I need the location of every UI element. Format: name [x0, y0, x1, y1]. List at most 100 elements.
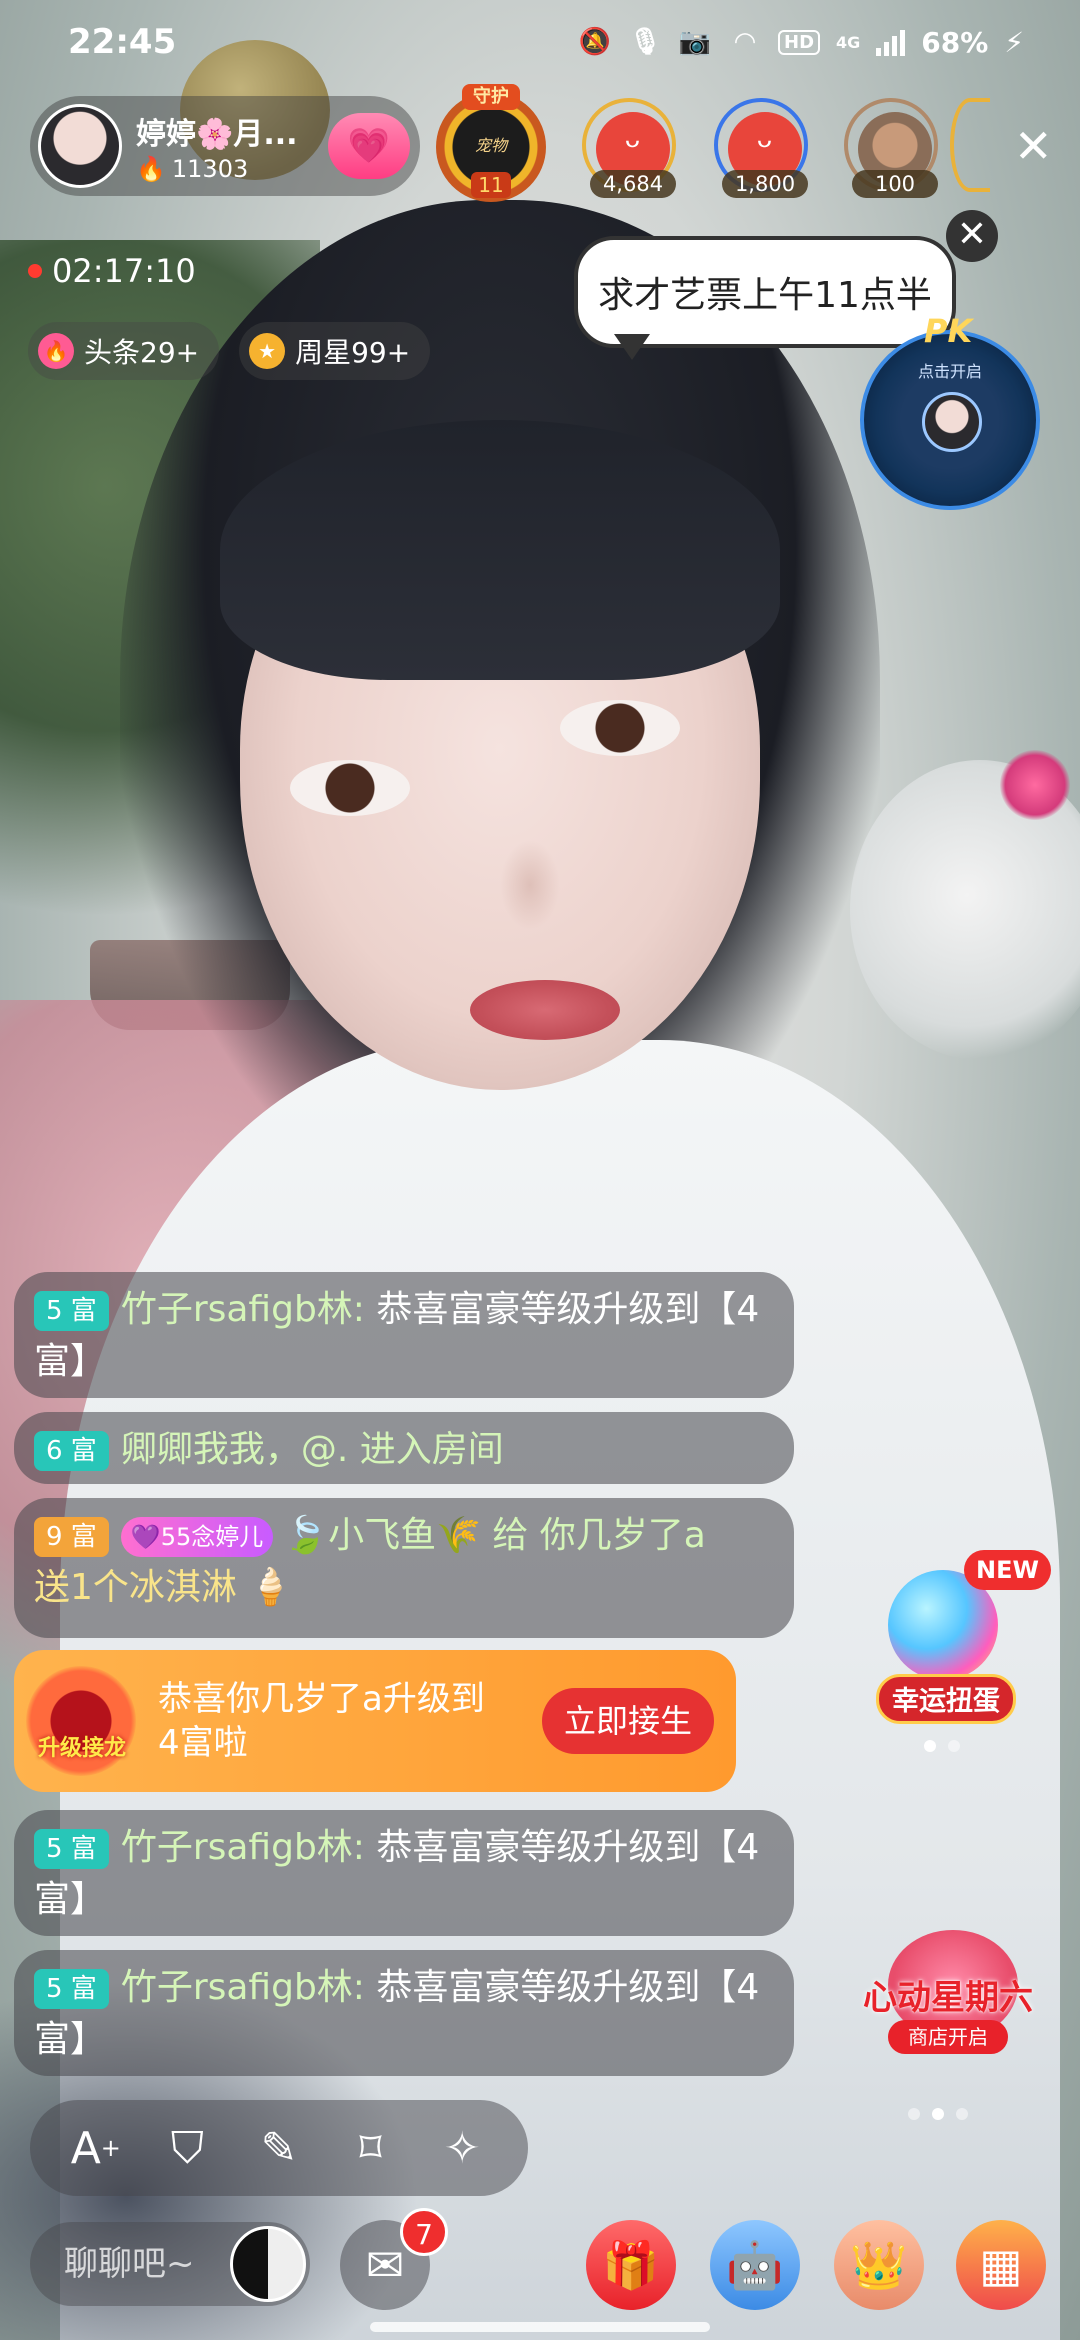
- capsule-label: 幸运扭蛋: [876, 1674, 1016, 1724]
- gift-button[interactable]: 🎁: [586, 2220, 676, 2310]
- robot-icon: 🤖: [726, 2237, 784, 2292]
- ice-cream-icon: 🍦: [248, 1567, 294, 1608]
- heart-wings-icon: 💗: [347, 126, 391, 166]
- mail-icon: ✉: [365, 2238, 405, 2292]
- upgrade-promo-banner[interactable]: 升级接龙 恭喜你几岁了a升级到4富啦 立即接生: [14, 1650, 736, 1792]
- message-button[interactable]: ✉ 7: [340, 2208, 448, 2310]
- host-popularity: 🔥 11303: [136, 155, 306, 183]
- guard-shield-icon[interactable]: ⛉: [156, 2117, 218, 2179]
- headline-rank-chip[interactable]: 🔥 头条29+: [28, 322, 220, 380]
- carousel-dots: [908, 2108, 968, 2120]
- camera-icon: 📷: [678, 27, 712, 57]
- mask-avatar-button[interactable]: [230, 2226, 306, 2302]
- top-viewer-4-partial[interactable]: [950, 98, 990, 192]
- streamer-nose: [500, 840, 560, 930]
- leaf-icon: 🍃: [283, 1515, 329, 1556]
- wealth-level-badge: 5 富: [34, 1829, 109, 1869]
- hd-icon: HD: [778, 29, 821, 55]
- host-name: 婷婷🌸月...: [136, 117, 298, 152]
- game-button[interactable]: 🤖: [710, 2220, 800, 2310]
- chat-message[interactable]: 6 富卿卿我我，@. 进入房间: [14, 1412, 794, 1484]
- mute-bell-icon: 🔕: [578, 27, 612, 57]
- live-timer: 02:17:10: [28, 252, 196, 290]
- flame-icon: 🔥: [136, 155, 166, 183]
- join-now-button[interactable]: 立即接生: [542, 1688, 714, 1754]
- guard-label: 守护: [462, 84, 520, 110]
- host-avatar[interactable]: [38, 104, 122, 188]
- clock: 22:45: [68, 22, 177, 62]
- signal-icon: [876, 28, 906, 56]
- noble-button[interactable]: 👑: [834, 2220, 924, 2310]
- flower-decoration: [1000, 750, 1070, 820]
- bubble-tail: [614, 334, 650, 360]
- streamer-lips: [470, 980, 620, 1040]
- gift-icon: 🎁: [602, 2237, 660, 2292]
- event-subtitle: 商店开启: [888, 2020, 1008, 2054]
- streamer-bangs: [220, 420, 780, 680]
- pk-label: PK: [924, 312, 973, 350]
- viewer-score: 1,800: [722, 170, 808, 198]
- viewer-score: 4,684: [590, 170, 676, 198]
- close-icon[interactable]: ✕: [1014, 123, 1053, 169]
- fan-club-name: 念婷儿: [191, 1523, 264, 1551]
- tag-icon[interactable]: ⌑: [340, 2117, 402, 2179]
- more-apps-button[interactable]: ▦: [956, 2220, 1046, 2310]
- streamer-eye-right: [560, 700, 680, 756]
- rocket-icon: 升级接龙: [26, 1666, 136, 1776]
- fan-level: 55: [160, 1523, 192, 1551]
- magic-wand-icon[interactable]: ✧: [431, 2117, 493, 2179]
- chat-username[interactable]: 竹子rsafigb林:: [121, 1967, 365, 2008]
- status-bar: 22:45 🔕 🎙 📷 ◠ HD 4G 68% ⚡: [0, 0, 1080, 84]
- edit-note-icon[interactable]: ✎: [248, 2117, 310, 2179]
- new-badge: NEW: [964, 1550, 1051, 1590]
- grid-apps-icon: ▦: [979, 2238, 1023, 2292]
- host-info-bar[interactable]: 婷婷🌸月... 🔥 11303 💗: [30, 96, 420, 196]
- promo-text: 恭喜你几岁了a升级到4富啦: [158, 1679, 485, 1763]
- chip-label: 周星99+: [295, 336, 411, 369]
- pk-widget[interactable]: PK 点击开启: [860, 312, 1040, 510]
- wealth-level-badge: 9 富: [34, 1517, 109, 1557]
- announcement-text: 求才艺票上午11点半: [598, 275, 932, 316]
- bottom-bar: 聊聊吧~ ✉ 7 🎁 🤖 👑 ▦: [0, 2208, 1080, 2320]
- chat-username[interactable]: 卿卿我我，@. 进入房间: [121, 1429, 504, 1470]
- unread-badge: 7: [400, 2208, 448, 2256]
- top-viewer-1[interactable]: ᵕ 4,684: [582, 98, 676, 198]
- chat-username[interactable]: 竹子rsafigb林:: [121, 1289, 365, 1330]
- weekly-star-chip[interactable]: ★ 周星99+: [239, 322, 431, 380]
- live-dot-icon: [28, 264, 42, 278]
- close-icon[interactable]: ✕: [946, 210, 998, 262]
- guard-sub-label: 宠物: [474, 136, 507, 155]
- follow-heart-button[interactable]: 💗: [328, 113, 410, 179]
- top-viewer-3[interactable]: 100: [844, 98, 938, 198]
- crown-icon: 👑: [850, 2237, 908, 2292]
- chip-label: 头条29+: [84, 336, 200, 369]
- live-duration: 02:17:10: [52, 252, 196, 290]
- guard-badge[interactable]: 守护 宠物 11: [436, 84, 546, 202]
- top-viewer-2[interactable]: ᵕ 1,800: [714, 98, 808, 198]
- event-title: 心动星期六: [863, 1978, 1033, 2018]
- chat-message[interactable]: 5 富竹子rsafigb林: 恭喜富豪等级升级到【4富】: [14, 1950, 794, 2076]
- wifi-icon: ◠: [735, 27, 756, 57]
- chat-message[interactable]: 5 富竹子rsafigb林: 恭喜富豪等级升级到【4富】: [14, 1272, 794, 1398]
- chat-text: 给 你几岁了a: [480, 1515, 706, 1556]
- wealth-level-badge: 6 富: [34, 1431, 109, 1471]
- chat-username[interactable]: 竹子rsafigb林:: [121, 1827, 365, 1868]
- wealth-level-badge: 5 富: [34, 1291, 109, 1331]
- gift-text: 送1个冰淇淋: [34, 1567, 237, 1608]
- chat-message[interactable]: 5 富竹子rsafigb林: 恭喜富豪等级升级到【4富】: [14, 1810, 794, 1936]
- viewer-score: 100: [852, 170, 938, 198]
- home-indicator[interactable]: [370, 2322, 710, 2332]
- ranking-chips: 🔥 头条29+ ★ 周星99+: [28, 322, 431, 380]
- chat-message[interactable]: 9 富 💜55念婷儿 🍃小飞鱼🌾 给 你几岁了a 送1个冰淇淋 🍦: [14, 1498, 794, 1638]
- status-icons: 🔕 🎙 📷 ◠ HD 4G 68% ⚡: [578, 26, 1024, 59]
- network-type: 4G: [836, 32, 861, 52]
- carousel-dots: [924, 1740, 960, 1752]
- lucky-capsule-widget[interactable]: NEW 幸运扭蛋: [868, 1550, 1051, 1724]
- star-icon: ★: [249, 333, 286, 369]
- saturday-event-widget[interactable]: 心动星期六 商店开启: [848, 1930, 1048, 2070]
- charging-icon: ⚡: [1004, 25, 1024, 59]
- font-size-icon[interactable]: A +: [65, 2117, 127, 2179]
- fan-club-badge: 💜55念婷儿: [120, 1517, 274, 1557]
- chat-username[interactable]: 小飞鱼: [328, 1515, 436, 1556]
- guard-count: 11: [471, 172, 511, 198]
